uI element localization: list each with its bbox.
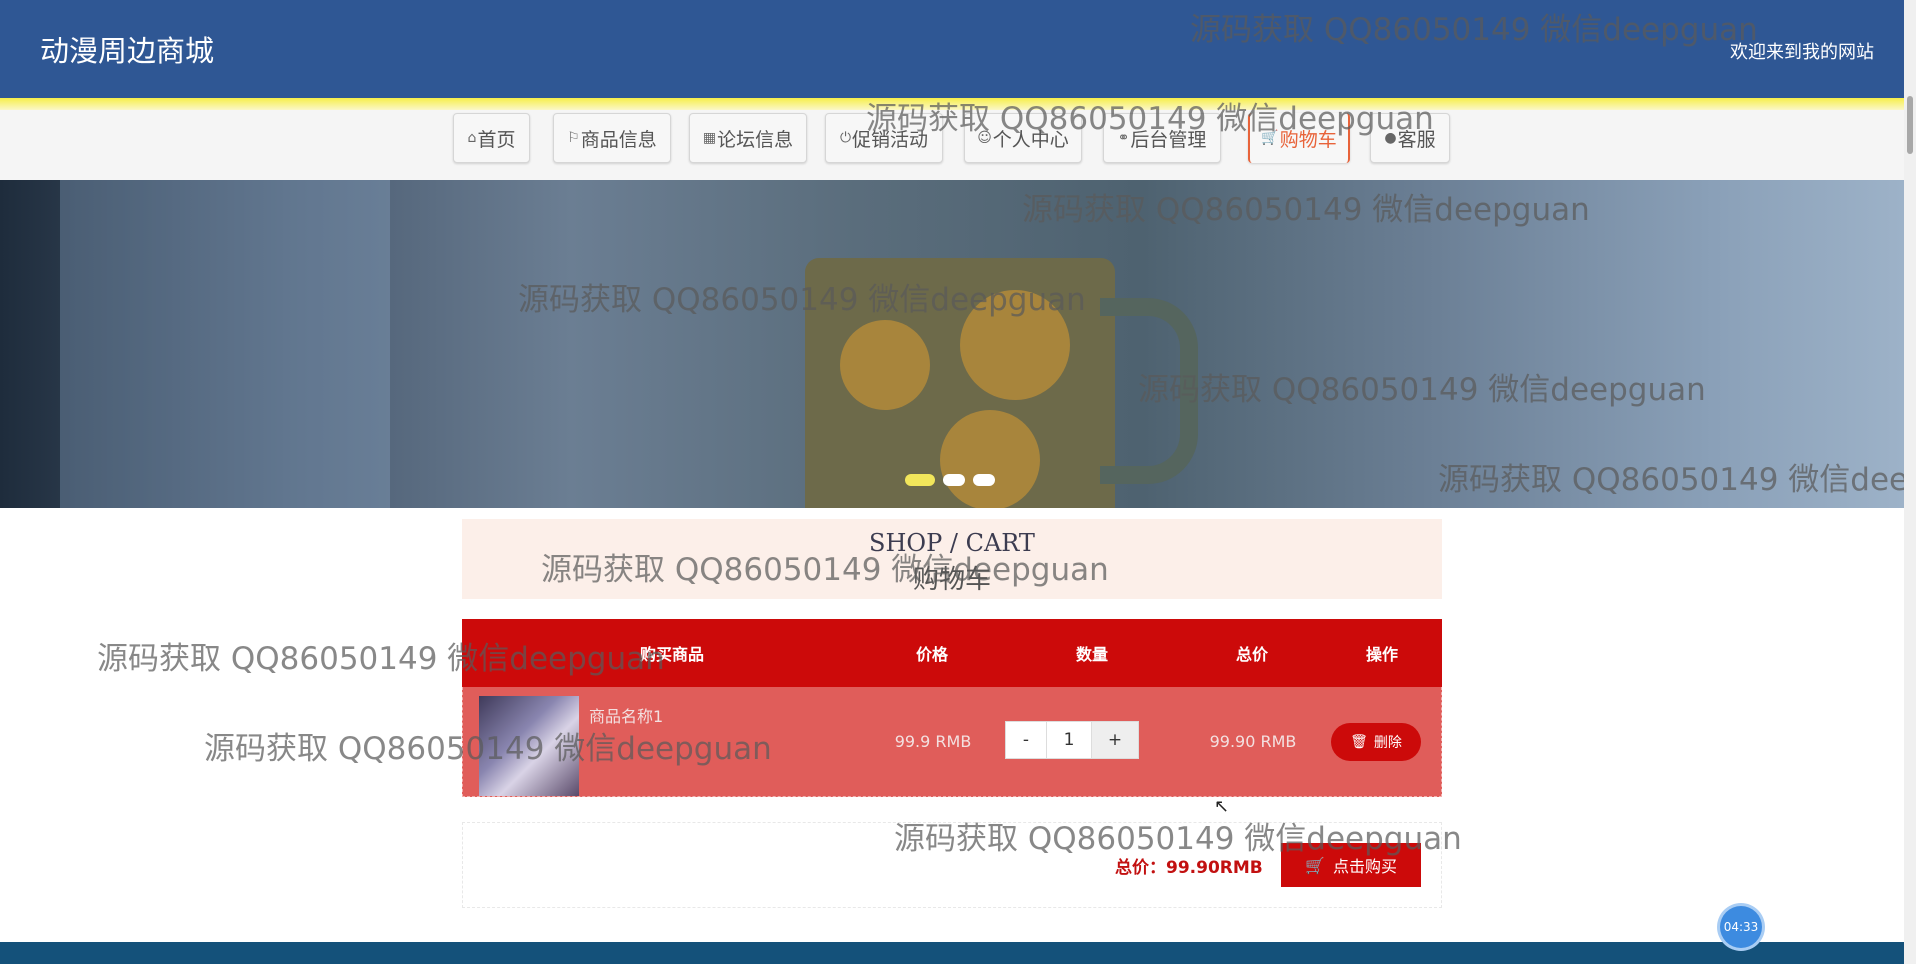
banner-mug-handle bbox=[1100, 298, 1198, 484]
nav-admin[interactable]: ⚭ 后台管理 bbox=[1103, 113, 1221, 163]
increase-button[interactable]: + bbox=[1091, 721, 1139, 759]
cart-summary: 总价：99.90RMB 🛒 点击购买 bbox=[462, 822, 1442, 908]
nav-cart[interactable]: 🛒 购物车 bbox=[1248, 113, 1350, 163]
cart-title-box: SHOP / CART 购物车 bbox=[462, 519, 1442, 599]
nav-label: 购物车 bbox=[1279, 128, 1337, 151]
chat-icon: ● bbox=[1384, 130, 1397, 146]
trash-icon: 🗑 bbox=[1350, 734, 1368, 750]
user-icon: ☺ bbox=[977, 130, 992, 146]
cart-title-cn: 购物车 bbox=[912, 565, 991, 595]
table-row: 商品名称1 99.9 RMB - 1 + 99.90 RMB 🗑 删除 bbox=[462, 687, 1442, 797]
column-header: 操作 bbox=[1365, 645, 1398, 664]
grid-icon: ▦ bbox=[702, 130, 717, 146]
banner-flower bbox=[940, 410, 1040, 508]
nav-products[interactable]: ⚐ 商品信息 bbox=[553, 113, 671, 163]
column-header: 价格 bbox=[915, 645, 948, 664]
cart-icon: 🛒 bbox=[1305, 855, 1325, 875]
product-subtotal: 99.90 RMB bbox=[1209, 732, 1297, 751]
site-title[interactable]: 动漫周边商城 bbox=[40, 28, 214, 70]
delete-label: 删除 bbox=[1373, 735, 1402, 751]
site-header bbox=[0, 0, 1904, 98]
carousel-indicators bbox=[905, 474, 995, 486]
home-icon: ⌂ bbox=[467, 130, 477, 146]
nav-label: 客服 bbox=[1397, 128, 1436, 151]
decrease-button[interactable]: - bbox=[1005, 721, 1047, 759]
timer-badge[interactable]: 04:33 bbox=[1720, 906, 1762, 948]
flag-icon: ⚐ bbox=[567, 130, 580, 146]
checkout-button[interactable]: 🛒 点击购买 bbox=[1281, 843, 1421, 887]
header-accent-line bbox=[0, 98, 1904, 110]
column-header: 总价 bbox=[1235, 645, 1268, 664]
welcome-text: 欢迎来到我的网站 bbox=[1730, 42, 1874, 63]
nav-home[interactable]: ⌂ 首页 bbox=[453, 113, 530, 163]
quantity-input[interactable]: 1 bbox=[1047, 721, 1091, 759]
nav-promotions[interactable]: ⏻ 促销活动 bbox=[825, 113, 943, 163]
nav-forum[interactable]: ▦ 论坛信息 bbox=[689, 113, 807, 163]
footer-bar bbox=[0, 942, 1904, 964]
product-price: 99.9 RMB bbox=[894, 732, 972, 751]
column-header: 数量 bbox=[1075, 645, 1108, 664]
cart-icon: 🛒 bbox=[1261, 130, 1279, 146]
banner-flower bbox=[840, 320, 930, 410]
nav-label: 商品信息 bbox=[580, 128, 657, 151]
hero-banner bbox=[0, 180, 1904, 508]
power-icon: ⏻ bbox=[839, 130, 852, 146]
nav-bar: ⌂ 首页 ⚐ 商品信息 ▦ 论坛信息 ⏻ 促销活动 ☺ 个人中心 ⚭ 后台管理 … bbox=[0, 110, 1904, 180]
checkout-label: 点击购买 bbox=[1332, 857, 1397, 876]
cart-total: 总价：99.90RMB bbox=[1115, 858, 1263, 878]
cart-table: 购买商品 价格 数量 总价 操作 商品名称1 99.9 RMB - 1 + 99… bbox=[462, 619, 1442, 797]
nav-label: 首页 bbox=[477, 128, 516, 151]
product-name[interactable]: 商品名称1 bbox=[589, 703, 663, 727]
nav-support[interactable]: ● 客服 bbox=[1370, 113, 1450, 163]
mouse-cursor-icon: ↖ bbox=[1214, 796, 1230, 817]
cart-title-en: SHOP / CART bbox=[869, 529, 1035, 557]
carousel-dot[interactable] bbox=[905, 474, 935, 486]
delete-button[interactable]: 🗑 删除 bbox=[1331, 723, 1421, 761]
carousel-dot[interactable] bbox=[943, 474, 965, 486]
nav-label: 论坛信息 bbox=[717, 128, 794, 151]
carousel-dot[interactable] bbox=[973, 474, 995, 486]
scrollbar-thumb[interactable] bbox=[1907, 96, 1913, 154]
nav-label: 促销活动 bbox=[852, 128, 929, 151]
nav-label: 个人中心 bbox=[992, 128, 1069, 151]
nav-user-center[interactable]: ☺ 个人中心 bbox=[964, 113, 1082, 163]
product-thumbnail[interactable] bbox=[479, 696, 579, 796]
banner-window bbox=[60, 180, 390, 508]
column-header: 购买商品 bbox=[639, 645, 704, 664]
nav-label: 后台管理 bbox=[1130, 128, 1207, 151]
table-header: 购买商品 价格 数量 总价 操作 bbox=[462, 619, 1442, 687]
banner-flower bbox=[960, 290, 1070, 400]
link-icon: ⚭ bbox=[1117, 130, 1130, 146]
quantity-stepper: - 1 + bbox=[1005, 721, 1139, 759]
